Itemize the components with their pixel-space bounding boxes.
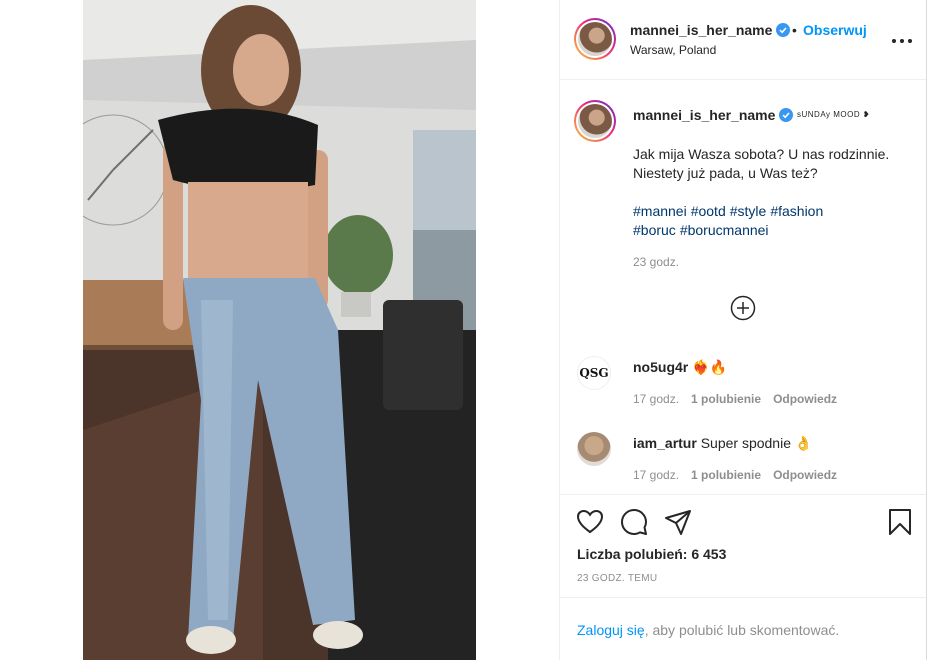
- follow-button[interactable]: Obserwuj: [803, 22, 867, 38]
- post-side-panel: mannei_is_her_name • Obserwuj Warsaw, Po…: [560, 0, 926, 660]
- hashtag-list: #mannei #ootd #style #fashion #boruc #borucma…: [633, 202, 903, 240]
- comment-time: 17 godz.: [633, 468, 680, 482]
- hashtag-link[interactable]: #style: [730, 203, 767, 219]
- caption-mood: sUNDAy MOOD ❥: [797, 110, 871, 119]
- comment-avatar[interactable]: [577, 432, 611, 466]
- caption-time: 23 godz.: [633, 255, 680, 269]
- photo-illustration: [83, 0, 476, 660]
- author-username[interactable]: mannei_is_her_name: [630, 22, 791, 38]
- separator-dot: •: [792, 22, 797, 38]
- login-prompt-text: , aby polubić lub skomentować.: [644, 622, 840, 638]
- comment-reply-button[interactable]: Odpowiedz: [773, 468, 837, 482]
- login-divider: [560, 597, 926, 598]
- author-avatar[interactable]: [574, 18, 616, 60]
- login-link[interactable]: Zaloguj się: [577, 622, 645, 638]
- hashtag-link[interactable]: #fashion: [770, 203, 823, 219]
- likes-count[interactable]: Liczba polubień: 6 453: [577, 546, 726, 562]
- comment-emoji: 👌: [794, 435, 813, 451]
- comment-meta: 17 godz. 1 polubienie Odpowiedz: [633, 392, 837, 406]
- comment-time: 17 godz.: [633, 392, 680, 406]
- post-time: 23 GODZ. TEMU: [577, 573, 658, 584]
- verified-badge-icon: [776, 23, 791, 37]
- hashtag-link[interactable]: #borucmannei: [680, 222, 769, 238]
- window-border: [926, 0, 927, 660]
- actions-divider: [560, 494, 926, 495]
- login-prompt: Zaloguj się, aby polubić lub skomentować…: [577, 622, 839, 638]
- comment-reply-button[interactable]: Odpowiedz: [773, 392, 837, 406]
- caption-username[interactable]: mannei_is_her_name: [633, 107, 794, 123]
- comment-icon[interactable]: [620, 508, 648, 536]
- comment-text: Super spodnie: [700, 435, 791, 451]
- location-link[interactable]: Warsaw, Poland: [630, 43, 716, 57]
- heart-icon[interactable]: [576, 508, 604, 536]
- post-photo[interactable]: [83, 0, 476, 660]
- comment-username[interactable]: iam_artur Super spodnie 👌: [633, 435, 812, 452]
- instagram-post-window: mannei_is_her_name • Obserwuj Warsaw, Po…: [0, 0, 930, 660]
- comment-emoji: ❤️‍🔥🔥: [692, 359, 727, 375]
- hashtag-link[interactable]: #mannei: [633, 203, 687, 219]
- caption-author-avatar[interactable]: [574, 100, 616, 142]
- comment-meta: 17 godz. 1 polubienie Odpowiedz: [633, 468, 837, 482]
- hashtag-link[interactable]: #boruc: [633, 222, 676, 238]
- comment-username[interactable]: no5ug4r ❤️‍🔥🔥: [633, 359, 727, 376]
- comment-likes-link[interactable]: 1 polubienie: [691, 468, 761, 482]
- post-header: mannei_is_her_name • Obserwuj Warsaw, Po…: [560, 0, 926, 80]
- verified-badge-icon: [779, 108, 794, 122]
- share-icon[interactable]: [664, 508, 692, 536]
- caption-text: Jak mija Wasza sobota? U nas rodzinnie. …: [633, 146, 890, 181]
- more-options-icon[interactable]: [890, 30, 914, 50]
- bookmark-icon[interactable]: [886, 508, 914, 536]
- plus-circle-icon[interactable]: [730, 295, 756, 321]
- hashtag-link[interactable]: #ootd: [691, 203, 726, 219]
- comment-likes-link[interactable]: 1 polubienie: [691, 392, 761, 406]
- comment-avatar[interactable]: QSG: [577, 356, 611, 390]
